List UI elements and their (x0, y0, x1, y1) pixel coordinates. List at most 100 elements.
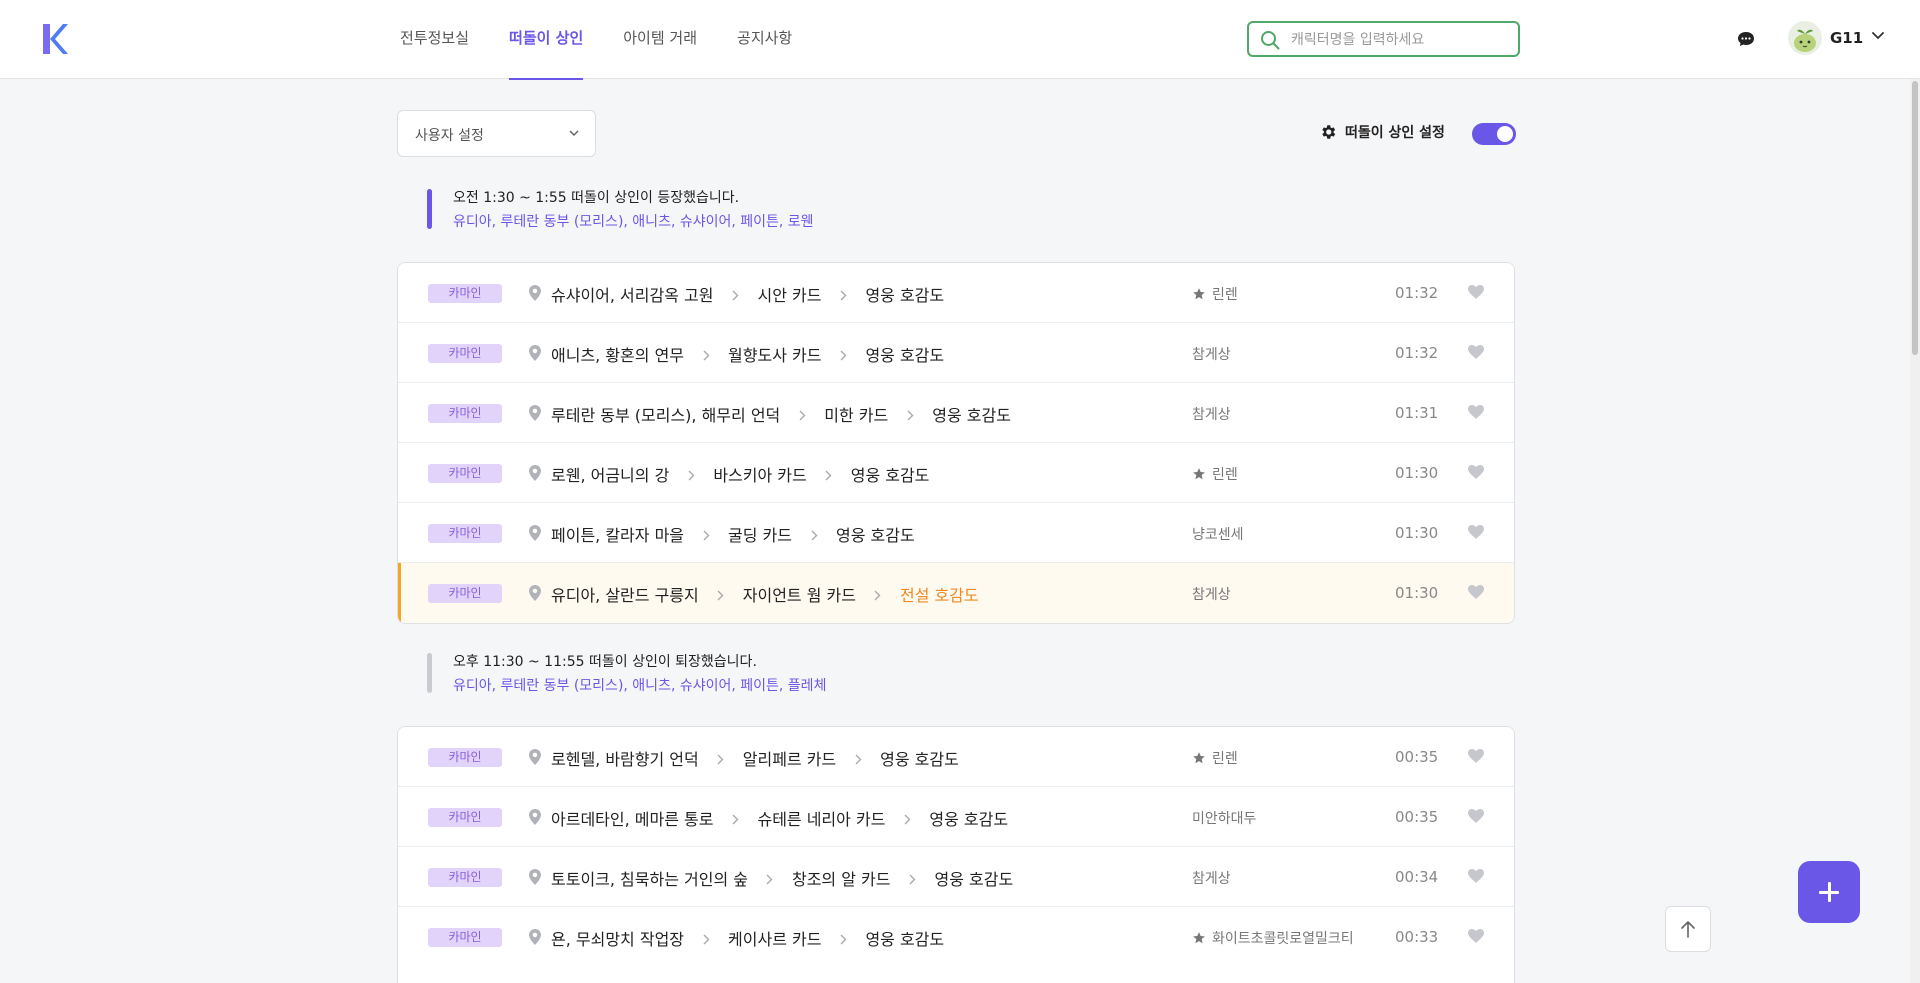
merchant-row[interactable]: 카마인 슈샤이어, 서리감옥 고원 시안 카드 영웅 호감도 린렌 01:32 (398, 263, 1514, 323)
location-pin-icon (529, 405, 541, 421)
star-icon (1193, 932, 1205, 944)
time-text: 00:34 (1395, 868, 1439, 886)
chevron-right-icon (840, 290, 847, 300)
star-icon (1193, 288, 1205, 300)
location-pin-icon (529, 749, 541, 765)
chevron-right-icon (855, 754, 862, 764)
chevron-right-icon (904, 814, 911, 824)
heart-icon[interactable] (1468, 285, 1484, 299)
location-text: 루테란 동부 (모리스), 해무리 언덕 (551, 406, 781, 425)
heart-icon[interactable] (1468, 465, 1484, 479)
heart-icon[interactable] (1468, 345, 1484, 359)
merchant-badge: 카마인 (428, 404, 502, 423)
star-icon (1193, 468, 1205, 480)
logo-k-icon (43, 24, 68, 54)
heart-icon[interactable] (1468, 749, 1484, 763)
merchant-row[interactable]: 카마인 루테란 동부 (모리스), 해무리 언덕 미한 카드 영웅 호감도 참게… (398, 383, 1514, 443)
avatar[interactable] (1788, 21, 1822, 55)
merchant-row[interactable]: 카마인 아르데타인, 메마른 통로 슈테른 네리아 카드 영웅 호감도 미안하대… (398, 787, 1514, 847)
merchant-list-card: 카마인 슈샤이어, 서리감옥 고원 시안 카드 영웅 호감도 린렌 01:32 … (397, 262, 1515, 624)
nav-item-notice[interactable]: 공지사항 (737, 0, 792, 79)
chevron-right-icon (825, 470, 832, 480)
chat-icon[interactable] (1736, 29, 1756, 49)
location-text: 아르데타인, 메마른 통로 (551, 810, 714, 829)
heart-icon[interactable] (1468, 525, 1484, 539)
scrollbar-thumb[interactable] (1912, 81, 1918, 355)
server-name: 참게상 (1192, 407, 1231, 423)
merchant-row[interactable]: 카마인 로웬, 어금니의 강 바스키아 카드 영웅 호감도 린렌 01:30 (398, 443, 1514, 503)
gear-icon (1322, 125, 1336, 139)
search-input[interactable] (1291, 29, 1511, 51)
location-text: 슈샤이어, 서리감옥 고원 (551, 286, 714, 305)
merchant-row[interactable]: 카마인 로헨델, 바람향기 언덕 알리페르 카드 영웅 호감도 린렌 00:35 (398, 727, 1514, 787)
chevron-right-icon (811, 530, 817, 540)
notice-text: 오후 11:30 ~ 11:55 떠돌이 상인이 퇴장했습니다. (453, 654, 757, 670)
merchant-setting[interactable]: 떠돌이 상인 설정 (1319, 122, 1445, 142)
merchant-row-legendary[interactable]: 카마인 유디아, 살란드 구릉지 자이언트 웜 카드 전설 호감도 참게상 01… (398, 563, 1514, 623)
scrollbar[interactable] (1910, 79, 1920, 983)
rapport-text: 영웅 호감도 (932, 406, 1011, 425)
server-name: 린렌 (1212, 467, 1238, 483)
chevron-right-icon (874, 590, 881, 600)
notice-indicator (427, 189, 432, 229)
card-text: 케이사르 카드 (728, 930, 822, 949)
merchant-row[interactable]: 카마인 토토이크, 침묵하는 거인의 숲 창조의 알 카드 영웅 호감도 참게상… (398, 847, 1514, 907)
time-text: 00:35 (1395, 748, 1439, 766)
merchant-badge: 카마인 (428, 808, 502, 827)
notice-indicator (427, 653, 432, 693)
logo[interactable] (41, 21, 69, 57)
rapport-text: 전설 호감도 (899, 586, 979, 605)
merchant-notice-active: 오전 1:30 ~ 1:55 떠돌이 상인이 등장했습니다. 유디아, 루테란 … (427, 187, 907, 233)
server-name: 미안하대두 (1192, 811, 1257, 827)
location-pin-icon (529, 869, 541, 885)
nav-item-battle-info[interactable]: 전투정보실 (400, 0, 469, 79)
location-text: 페이튼, 칼라자 마을 (551, 526, 685, 545)
merchant-badge: 카마인 (428, 464, 502, 483)
card-text: 창조의 알 카드 (791, 870, 891, 889)
merchant-badge: 카마인 (428, 868, 502, 887)
heart-icon[interactable] (1468, 405, 1484, 419)
chevron-down-icon (569, 130, 579, 137)
scroll-to-top-button[interactable] (1665, 906, 1711, 952)
chevron-right-icon (909, 874, 916, 884)
heart-icon[interactable] (1468, 585, 1484, 599)
rapport-text: 영웅 호감도 (865, 286, 945, 305)
main-nav: 전투정보실 떠돌이 상인 아이템 거래 공지사항 (400, 0, 792, 80)
card-text: 월향도사 카드 (728, 346, 822, 365)
merchant-badge: 카마인 (428, 584, 502, 603)
dropdown-label: 사용자 설정 (415, 128, 484, 144)
rapport-text: 영웅 호감도 (934, 870, 1014, 889)
username[interactable]: G11 (1830, 29, 1863, 47)
nav-item-item-trade[interactable]: 아이템 거래 (623, 0, 697, 79)
merchant-list-card: 카마인 로헨델, 바람향기 언덕 알리페르 카드 영웅 호감도 린렌 00:35… (397, 726, 1515, 983)
merchant-badge: 카마인 (428, 928, 502, 947)
merchant-row[interactable]: 카마인 애니츠, 황혼의 연무 월향도사 카드 영웅 호감도 참게상 01:32 (398, 323, 1514, 383)
user-settings-dropdown[interactable]: 사용자 설정 (397, 110, 596, 157)
arrow-up-icon (1681, 921, 1695, 938)
merchant-notice-ended: 오후 11:30 ~ 11:55 떠돌이 상인이 퇴장했습니다. 유디아, 루테… (427, 651, 907, 697)
chevron-right-icon (732, 290, 739, 300)
heart-icon[interactable] (1468, 929, 1484, 943)
nav-item-wandering-merchant[interactable]: 떠돌이 상인 (509, 0, 584, 80)
location-pin-icon (529, 465, 541, 481)
heart-icon[interactable] (1468, 809, 1484, 823)
chevron-down-icon[interactable] (1872, 32, 1884, 40)
merchant-row[interactable]: 카마인 페이튼, 칼라자 마을 굴딩 카드 영웅 호감도 냥코센세 01:30 (398, 503, 1514, 563)
search-box (1247, 21, 1520, 57)
rapport-text: 영웅 호감도 (880, 750, 959, 769)
top-bar: 전투정보실 떠돌이 상인 아이템 거래 공지사항 G11 (0, 0, 1920, 80)
chevron-right-icon (703, 530, 710, 540)
merchant-setting-toggle[interactable] (1472, 123, 1516, 145)
card-text: 굴딩 카드 (728, 526, 792, 545)
location-pin-icon (529, 585, 541, 601)
merchant-row[interactable]: 카마인 욘, 무쇠망치 작업장 케이사르 카드 영웅 호감도 화이트초콜릿로열밀… (398, 907, 1514, 967)
chevron-right-icon (840, 934, 847, 944)
notice-text: 오전 1:30 ~ 1:55 떠돌이 상인이 등장했습니다. (453, 190, 740, 206)
card-text: 자이언트 웜 카드 (742, 586, 856, 605)
merchant-badge: 카마인 (428, 748, 502, 767)
add-button[interactable] (1798, 861, 1860, 923)
server-name: 화이트초콜릿로열밀크티 (1212, 931, 1354, 947)
heart-icon[interactable] (1468, 869, 1484, 883)
chevron-right-icon (717, 754, 724, 764)
time-text: 01:30 (1395, 464, 1439, 482)
